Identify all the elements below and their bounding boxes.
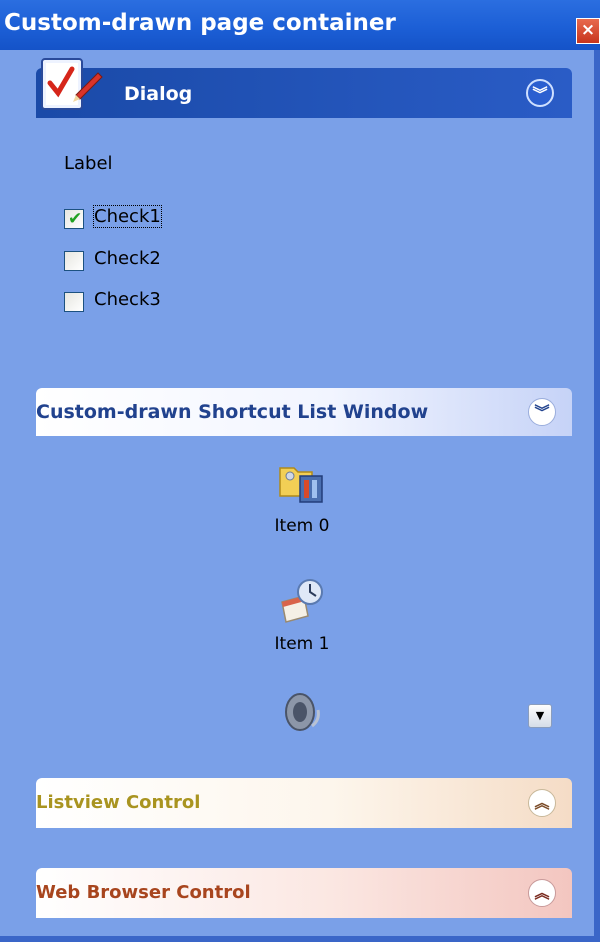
- dialog-label: Label: [64, 153, 113, 174]
- check2-checkbox[interactable]: [64, 251, 84, 271]
- check1-label[interactable]: Check1: [93, 205, 162, 228]
- shortcut-item-label: Item 0: [274, 516, 330, 536]
- scroll-down-button[interactable]: ▼: [528, 704, 552, 728]
- shortcut-panel-header[interactable]: Custom-drawn Shortcut List Window ︾: [36, 388, 572, 436]
- close-button[interactable]: ×: [576, 18, 600, 44]
- window-border-bottom: [0, 936, 600, 942]
- check3-label[interactable]: Check3: [94, 289, 161, 310]
- listview-panel-title: Listview Control: [36, 792, 201, 813]
- webbrowser-panel-header[interactable]: Web Browser Control ︽: [36, 868, 572, 918]
- check3-checkbox[interactable]: [64, 292, 84, 312]
- dialog-panel-title: Dialog: [124, 83, 193, 105]
- check2-label[interactable]: Check2: [94, 248, 161, 269]
- shortcut-panel-title: Custom-drawn Shortcut List Window: [36, 401, 429, 423]
- webbrowser-panel-title: Web Browser Control: [36, 882, 251, 903]
- speaker-icon: [285, 693, 320, 731]
- check1-checkbox[interactable]: ✔: [64, 209, 84, 229]
- shortcut-item-label: Item 1: [274, 634, 330, 654]
- calendar-clock-icon: [281, 579, 323, 623]
- checklist-icon: [41, 58, 103, 110]
- expand-chevron-icon[interactable]: ︽: [528, 879, 556, 907]
- collapse-chevron-icon[interactable]: ︾: [526, 79, 554, 107]
- window-title: Custom-drawn page container: [4, 10, 396, 36]
- shortcut-item-2[interactable]: [252, 690, 352, 742]
- expand-chevron-icon[interactable]: ︽: [528, 789, 556, 817]
- collapse-chevron-icon[interactable]: ︾: [528, 398, 556, 426]
- listview-panel-header[interactable]: Listview Control ︽: [36, 778, 572, 828]
- page-container-window: Custom-drawn page container × Dialog ︾ L…: [0, 0, 600, 942]
- window-border-right: [594, 50, 600, 942]
- title-bar[interactable]: Custom-drawn page container ×: [0, 0, 600, 50]
- folder-tools-icon: [279, 467, 323, 503]
- shortcut-item-1[interactable]: Item 1: [252, 576, 352, 654]
- checkmark-icon: ✔: [68, 209, 83, 229]
- shortcut-item-0[interactable]: Item 0: [252, 458, 352, 536]
- dialog-panel-header[interactable]: Dialog ︾: [36, 68, 572, 118]
